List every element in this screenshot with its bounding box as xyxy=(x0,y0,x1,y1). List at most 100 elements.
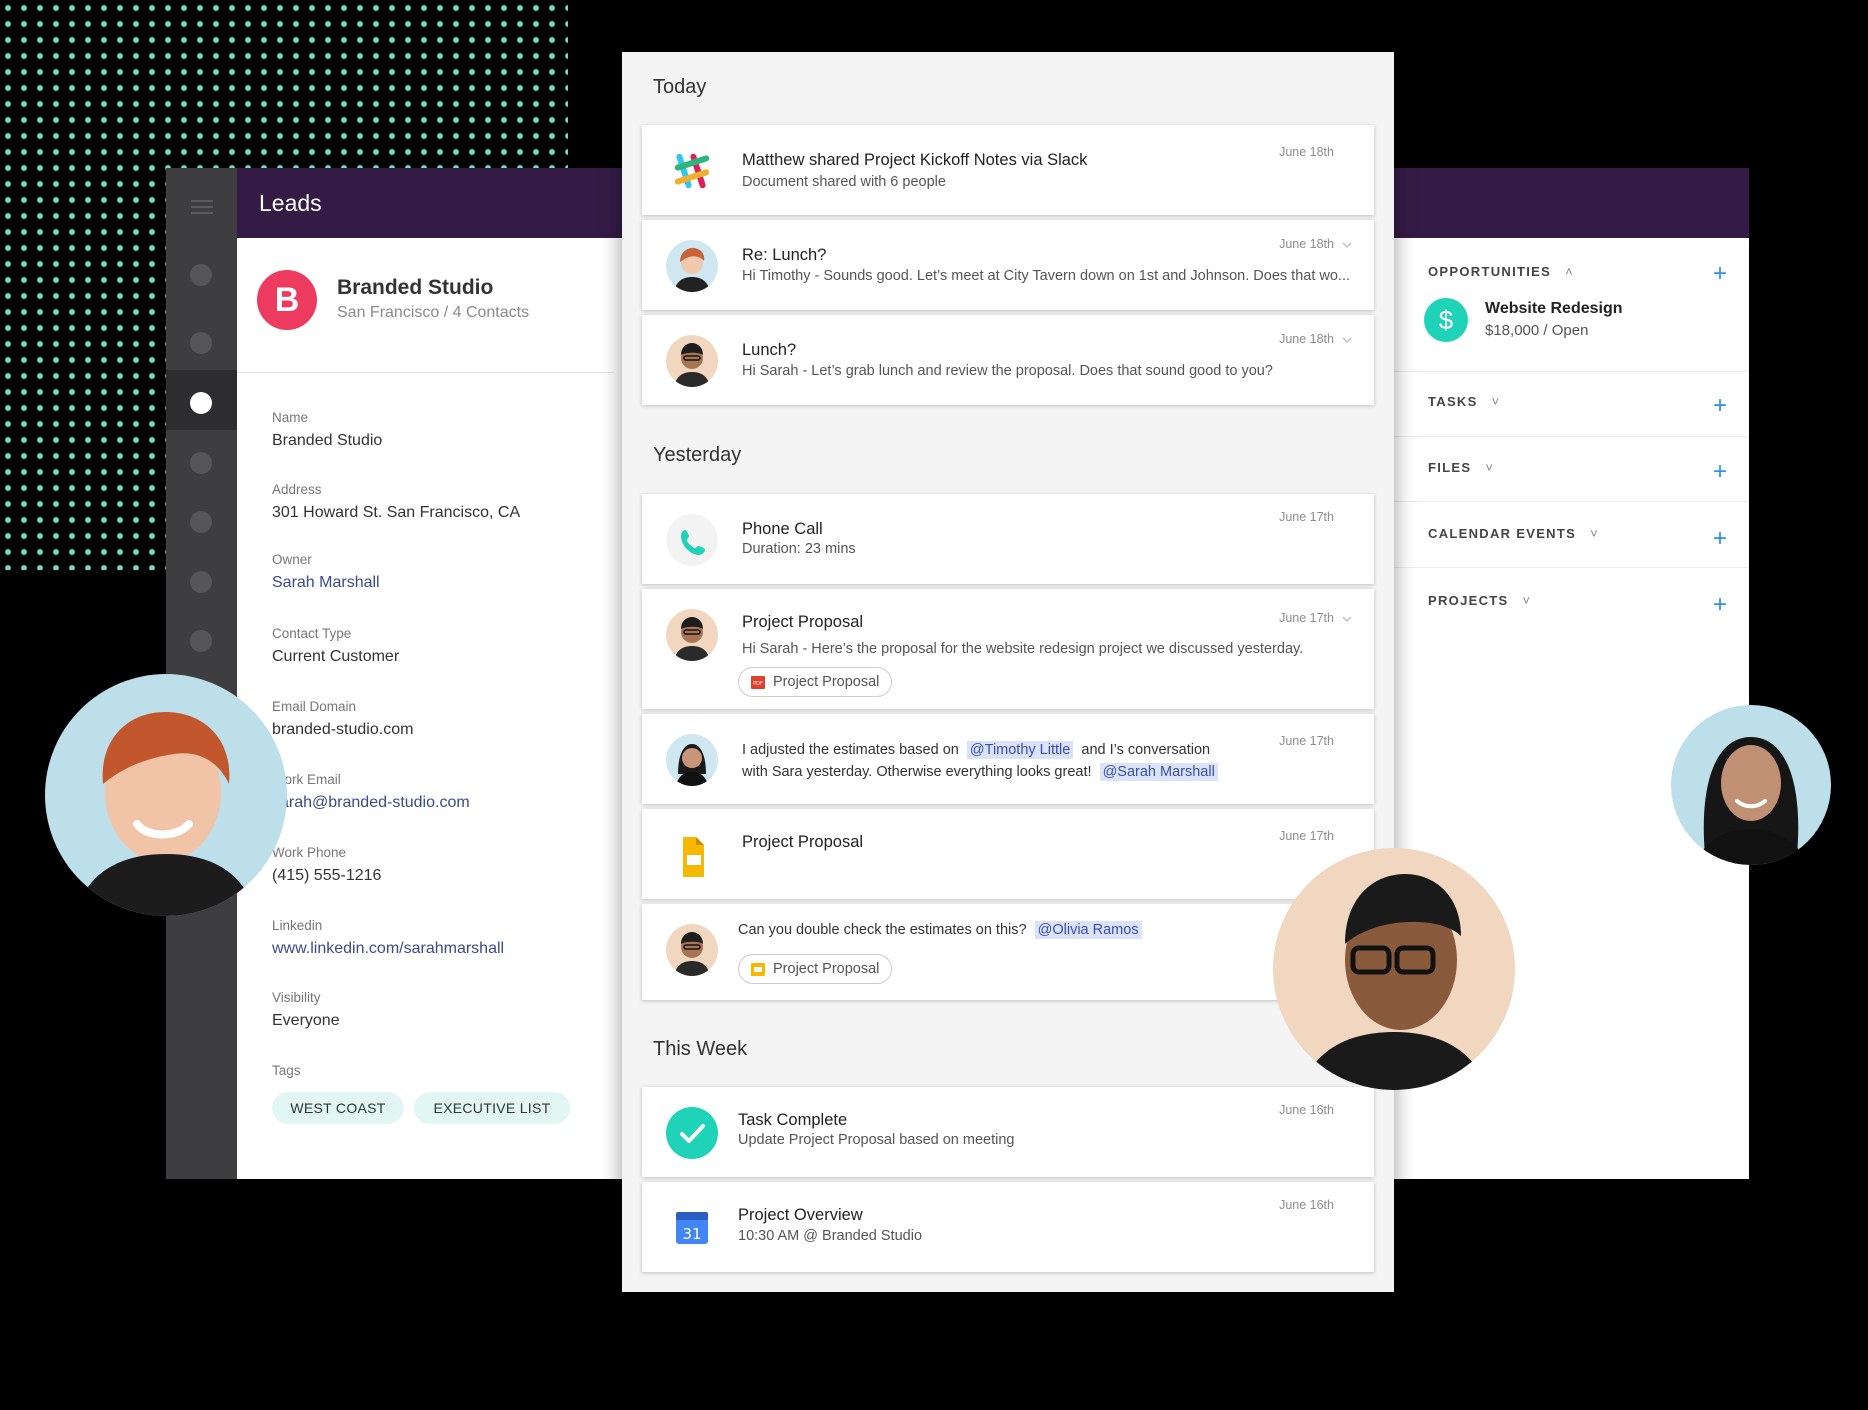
feed-item[interactable]: Can you double check the estimates on th… xyxy=(642,904,1374,1000)
item-subtitle: Hi Sarah - Let’s grab lunch and review t… xyxy=(742,363,1273,379)
opportunities-section[interactable]: OPPORTUNITIES ˄ xyxy=(1428,264,1574,279)
chevron-down-icon[interactable] xyxy=(1342,335,1352,345)
company-logo: B xyxy=(257,270,317,330)
field-name: Name Branded Studio xyxy=(272,410,382,450)
attachment-label: Project Proposal xyxy=(773,961,880,977)
feed-item[interactable]: Re: Lunch? Hi Timothy - Sounds good. Let… xyxy=(642,220,1374,310)
nav-item-5[interactable] xyxy=(190,511,212,533)
linkedin-link[interactable]: www.linkedin.com/sarahmarshall xyxy=(272,940,504,958)
item-date: June 17th xyxy=(1279,829,1334,843)
item-subtitle: Document shared with 6 people xyxy=(742,174,946,190)
opportunity-detail: $18,000 / Open xyxy=(1485,322,1589,339)
slides-icon xyxy=(666,831,718,883)
mention-link[interactable]: @Olivia Ramos xyxy=(1034,921,1142,939)
feed-item[interactable]: 31 Project Overview 10:30 AM @ Branded S… xyxy=(642,1182,1374,1272)
svg-text:PDF: PDF xyxy=(753,681,763,687)
avatar-woman-redhead xyxy=(45,674,287,916)
tag-chip[interactable]: WEST COAST xyxy=(272,1092,404,1124)
feed-item[interactable]: Lunch? Hi Sarah - Let’s grab lunch and r… xyxy=(642,315,1374,405)
feed-item[interactable]: Matthew shared Project Kickoff Notes via… xyxy=(642,125,1374,215)
field-address: Address 301 Howard St. San Francisco, CA xyxy=(272,482,520,522)
avatar xyxy=(666,734,718,786)
divider xyxy=(1394,371,1749,372)
field-value: branded-studio.com xyxy=(272,721,414,738)
field-label: Email Domain xyxy=(272,699,357,714)
add-project-button[interactable]: + xyxy=(1713,593,1727,617)
item-subtitle: Hi Timothy - Sounds good. Let’s meet at … xyxy=(742,268,1350,284)
pdf-icon: PDF xyxy=(751,676,765,689)
chevron-down-icon[interactable] xyxy=(1342,614,1352,624)
section-yesterday: Yesterday xyxy=(653,444,742,466)
files-section[interactable]: FILES ˅ xyxy=(1428,460,1494,475)
add-task-button[interactable]: + xyxy=(1713,394,1727,418)
mention-link[interactable]: @Sarah Marshall xyxy=(1099,763,1218,781)
comment-line: Can you double check the estimates on th… xyxy=(738,921,1142,939)
field-linkedin: Linkedin www.linkedin.com/sarahmarshall xyxy=(272,918,504,958)
calendar-icon: 31 xyxy=(666,1202,718,1254)
add-calendar-event-button[interactable]: + xyxy=(1713,527,1727,551)
avatar xyxy=(666,609,718,661)
divider xyxy=(1394,436,1749,437)
divider xyxy=(237,372,614,373)
owner-link[interactable]: Sarah Marshall xyxy=(272,574,380,592)
feed-item[interactable]: Project Proposal June 17th xyxy=(642,809,1374,899)
chevron-down-icon: ˅ xyxy=(1590,526,1599,541)
feed-item[interactable]: I adjusted the estimates based on @Timot… xyxy=(642,714,1374,804)
item-subtitle: 10:30 AM @ Branded Studio xyxy=(738,1228,923,1244)
check-icon xyxy=(666,1107,718,1159)
item-date: June 18th xyxy=(1279,145,1334,159)
section-this-week: This Week xyxy=(653,1038,748,1060)
tasks-section[interactable]: TASKS ˅ xyxy=(1428,394,1501,409)
avatar xyxy=(666,924,718,976)
tag-chip[interactable]: EXECUTIVE LIST xyxy=(414,1092,570,1124)
chevron-down-icon: ˅ xyxy=(1491,394,1501,409)
nav-item-1[interactable] xyxy=(190,264,212,286)
add-file-button[interactable]: + xyxy=(1713,460,1727,484)
nav-item-leads[interactable] xyxy=(190,392,212,414)
feed-item[interactable]: Task Complete Update Project Proposal ba… xyxy=(642,1087,1374,1177)
hamburger-menu-icon[interactable] xyxy=(191,200,213,218)
item-date: June 16th xyxy=(1279,1103,1334,1117)
section-label: TASKS xyxy=(1428,394,1478,409)
item-date: June 17th xyxy=(1279,734,1334,748)
add-opportunity-button[interactable]: + xyxy=(1713,262,1727,286)
avatar-woman-smiling xyxy=(1671,705,1831,865)
nav-item-7[interactable] xyxy=(190,630,212,652)
nav-item-2[interactable] xyxy=(190,332,212,354)
item-title: Project Proposal xyxy=(742,833,864,851)
comment-text: Can you double check the estimates on th… xyxy=(738,922,1027,938)
section-label: PROJECTS xyxy=(1428,593,1509,608)
attachment-chip[interactable]: PDF Project Proposal xyxy=(738,667,893,697)
email-link[interactable]: sarah@branded-studio.com xyxy=(272,794,470,812)
nav-item-6[interactable] xyxy=(190,571,212,593)
field-label: Owner xyxy=(272,552,312,567)
field-value: (415) 555-1216 xyxy=(272,867,382,884)
page-title: Leads xyxy=(259,190,322,216)
field-value: Current Customer xyxy=(272,648,400,665)
section-label: CALENDAR EVENTS xyxy=(1428,526,1577,541)
divider xyxy=(1394,567,1749,568)
field-email-domain: Email Domain branded-studio.com xyxy=(272,699,413,739)
item-date: June 18th xyxy=(1279,237,1334,251)
field-label: Address xyxy=(272,482,322,497)
company-name: Branded Studio xyxy=(337,276,494,299)
divider xyxy=(1394,501,1749,502)
field-work-phone: Work Phone (415) 555-1216 xyxy=(272,845,381,885)
field-value: 301 Howard St. San Francisco, CA xyxy=(272,504,521,521)
chevron-down-icon[interactable] xyxy=(1342,240,1352,250)
field-label: Work Phone xyxy=(272,845,347,860)
feed-item[interactable]: Project Proposal Hi Sarah - Here’s the p… xyxy=(642,589,1374,709)
mention-link[interactable]: @Timothy Little xyxy=(966,741,1074,759)
field-label: Linkedin xyxy=(272,918,323,933)
calendar-events-section[interactable]: CALENDAR EVENTS ˅ xyxy=(1428,526,1599,541)
item-title: Project Proposal xyxy=(742,613,864,631)
item-title: Phone Call xyxy=(742,520,823,538)
feed-item[interactable]: Phone Call Duration: 23 mins June 17th xyxy=(642,494,1374,584)
field-label: Visibility xyxy=(272,990,321,1005)
section-label: OPPORTUNITIES xyxy=(1428,264,1552,279)
attachment-chip[interactable]: Project Proposal xyxy=(738,954,893,984)
item-subtitle: Update Project Proposal based on meeting xyxy=(738,1132,1015,1148)
field-label: Name xyxy=(272,410,309,425)
projects-section[interactable]: PROJECTS ˅ xyxy=(1428,593,1531,608)
nav-item-4[interactable] xyxy=(190,452,212,474)
